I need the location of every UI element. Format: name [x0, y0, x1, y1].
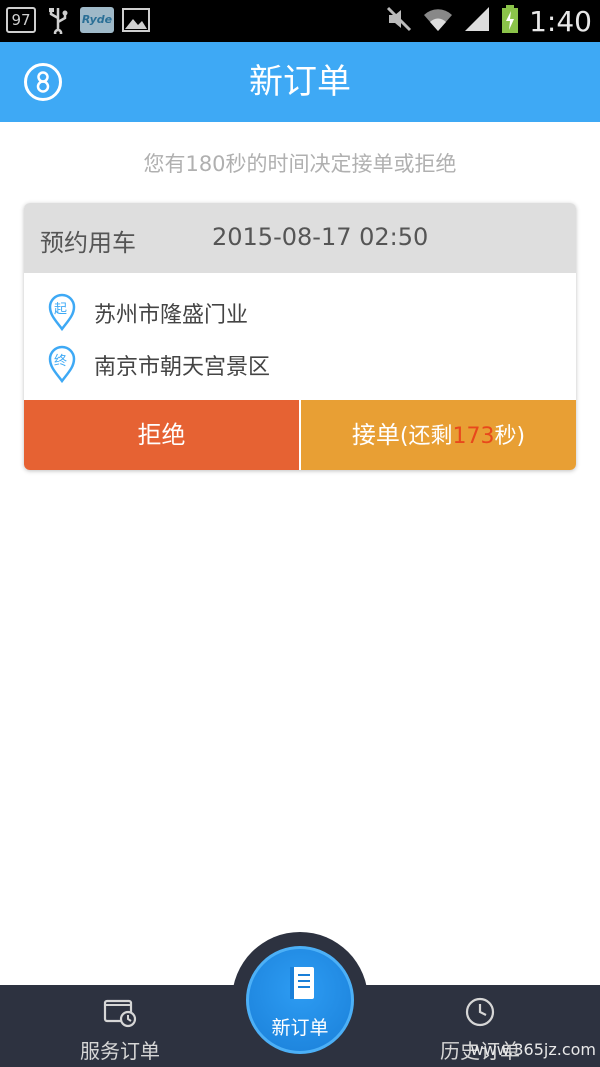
image-icon — [122, 6, 150, 34]
signal-icon — [463, 5, 491, 37]
nav-new-order-button[interactable]: 新订单 — [246, 946, 354, 1054]
accept-countdown-prefix: (还剩 — [399, 424, 453, 449]
notification-count: 97 — [6, 7, 36, 33]
status-bar: 97 Ryde 1:40 — [0, 0, 600, 42]
end-pin-icon: 终 — [48, 345, 76, 384]
usb-icon — [44, 6, 72, 34]
decision-hint: 您有180秒的时间决定接单或拒绝 — [143, 152, 457, 176]
watermark: www.365jz.com — [470, 1040, 596, 1059]
app-notification-icon: Ryde — [80, 6, 114, 34]
order-time: 2015-08-17 02:50 — [212, 223, 429, 251]
clock-icon — [462, 995, 498, 1029]
start-location-row: 起 苏州市隆盛门业 — [24, 287, 576, 339]
start-address: 苏州市隆盛门业 — [94, 303, 249, 328]
document-icon — [288, 965, 316, 1001]
accept-countdown-suffix: 秒) — [494, 424, 526, 449]
start-marker-label: 起 — [54, 302, 68, 317]
page-title: 新订单 — [249, 62, 351, 102]
accept-label: 接单 — [351, 421, 400, 449]
order-type: 预约用车 — [40, 229, 136, 257]
start-pin-icon: 起 — [48, 293, 76, 332]
accept-countdown-seconds: 173 — [452, 424, 495, 449]
order-card: 预约用车 2015-08-17 02:50 起 苏州市隆盛门业 终 南京市朝天宫… — [24, 203, 576, 470]
title-bar: 新订单 — [0, 42, 600, 122]
wallet-clock-icon — [102, 995, 138, 1029]
wifi-icon — [423, 5, 453, 37]
nav-new-order-label: 新订单 — [271, 1017, 329, 1039]
reject-button[interactable]: 拒绝 — [24, 400, 299, 470]
order-card-header: 预约用车 2015-08-17 02:50 — [24, 203, 576, 273]
end-address: 南京市朝天宫景区 — [94, 355, 271, 380]
mute-icon — [385, 5, 413, 37]
nav-service-orders[interactable]: 服务订单 — [40, 985, 200, 1067]
nav-service-orders-label: 服务订单 — [80, 1039, 160, 1063]
accept-button[interactable]: 接单(还剩173秒) — [301, 400, 576, 470]
end-location-row: 终 南京市朝天宫景区 — [24, 339, 576, 391]
battery-icon — [501, 4, 519, 38]
clock: 1:40 — [529, 4, 592, 38]
end-marker-label: 终 — [54, 354, 68, 369]
